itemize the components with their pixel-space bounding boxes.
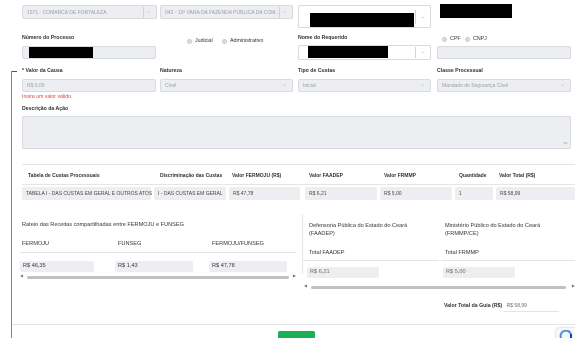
table-cell: 1	[455, 187, 493, 200]
scroll-right-icon[interactable]: ▶	[293, 273, 296, 278]
scroll-thumb[interactable]	[311, 285, 566, 289]
table-cell: R$ 5,00	[443, 267, 515, 278]
comarca-select[interactable]: 1571 - COMARCA DE FORTALEZA ⌄	[22, 5, 157, 19]
recaptcha-badge[interactable]	[556, 328, 575, 338]
scroll-left-icon[interactable]: ◀	[304, 283, 307, 288]
custas-table: Tabela de Custas Processuais Discriminaç…	[22, 164, 575, 206]
table-cell: R$ 58,99	[496, 187, 575, 200]
descricao-textarea[interactable]: ≕	[22, 116, 571, 149]
natureza-select[interactable]: Cível ⌄	[160, 79, 293, 92]
total-guia: Valor Total da Guia (R$) R$ 58,99	[444, 303, 527, 309]
table-cell: R$ 6,21	[305, 187, 377, 200]
redacted-block	[440, 4, 512, 18]
valor-causa-input[interactable]: R$ 0,00	[22, 79, 156, 92]
valores-scrollbar[interactable]: ◀ ▶	[304, 283, 575, 289]
vara-select[interactable]: 042 - 10ª VARA DA FAZENDA PÚBLICA DA COM…	[160, 5, 293, 19]
processo-label: Número do Processo	[22, 35, 75, 41]
table-cell: R$ 5,00	[380, 187, 452, 200]
radio-cnpj[interactable]: CNPJ	[465, 36, 487, 42]
radio-administrativo[interactable]: Administrativo	[222, 38, 263, 44]
left-border	[11, 71, 12, 338]
scroll-left-icon[interactable]: ◀	[20, 273, 23, 278]
classe-processual-select[interactable]: Mandado de Segurança Cível ⌄	[437, 79, 571, 92]
chevron-down-icon: ⌄	[420, 82, 425, 88]
resize-handle-icon[interactable]: ≕	[563, 141, 568, 147]
chevron-down-icon: ⌄	[420, 48, 425, 55]
chevron-down-icon: ⌄	[146, 8, 151, 15]
table-cell: I - DAS CUSTAS EM GERAL	[154, 187, 226, 200]
table-cell: R$ 1,43	[115, 261, 193, 272]
redacted-block	[310, 13, 414, 27]
chevron-down-icon: ⌄	[282, 8, 287, 15]
radio-judicial[interactable]: Judicial	[187, 38, 213, 44]
valor-causa-label: * Valor da Causa	[22, 68, 63, 74]
table-cell: TABELA I - DAS CUSTAS EM GERAL E OUTROS …	[22, 187, 152, 200]
documento-input[interactable]	[437, 46, 571, 59]
radio-cpf[interactable]: CPF	[442, 36, 461, 42]
scroll-thumb[interactable]	[27, 275, 289, 279]
valor-causa-error: Insira um valor válido.	[22, 94, 73, 100]
table-cell: R$ 47,78	[229, 187, 300, 200]
rateio-panel: Rateio das Receitas compartilhadas entre…	[20, 214, 296, 260]
table-cell: R$ 47,78	[209, 261, 287, 272]
chevron-down-icon: ⌄	[560, 82, 565, 88]
tipo-custas-label: Tipo de Custas	[298, 68, 336, 74]
rateio-scrollbar[interactable]: ◀ ▶	[20, 273, 296, 279]
ministerio-panel: Ministério Público do Estado do Ceará (F…	[441, 214, 575, 278]
redacted-block	[29, 47, 93, 58]
table-cell: R$ 46,35	[20, 261, 94, 272]
descricao-label: Descrição da Ação	[22, 106, 69, 112]
rateio-values-row: R$ 46,35 R$ 1,43 R$ 47,78	[20, 261, 296, 273]
chevron-down-icon: ⌄	[420, 14, 425, 20]
calcular-button[interactable]	[278, 331, 315, 338]
redacted-block	[308, 46, 388, 58]
defensoria-panel: Defensoria Pública do Estado do Ceará (F…	[302, 214, 439, 278]
table-cell: R$ 6,21	[307, 267, 379, 278]
chevron-down-icon: ⌄	[282, 82, 287, 88]
natureza-label: Natureza	[160, 68, 182, 74]
requerido-label: Nome do Requerido	[298, 35, 348, 41]
recaptcha-icon	[559, 330, 572, 338]
tipo-custas-select[interactable]: Inicial ⌄	[298, 79, 431, 92]
classe-processual-label: Classe Processual	[437, 68, 483, 74]
